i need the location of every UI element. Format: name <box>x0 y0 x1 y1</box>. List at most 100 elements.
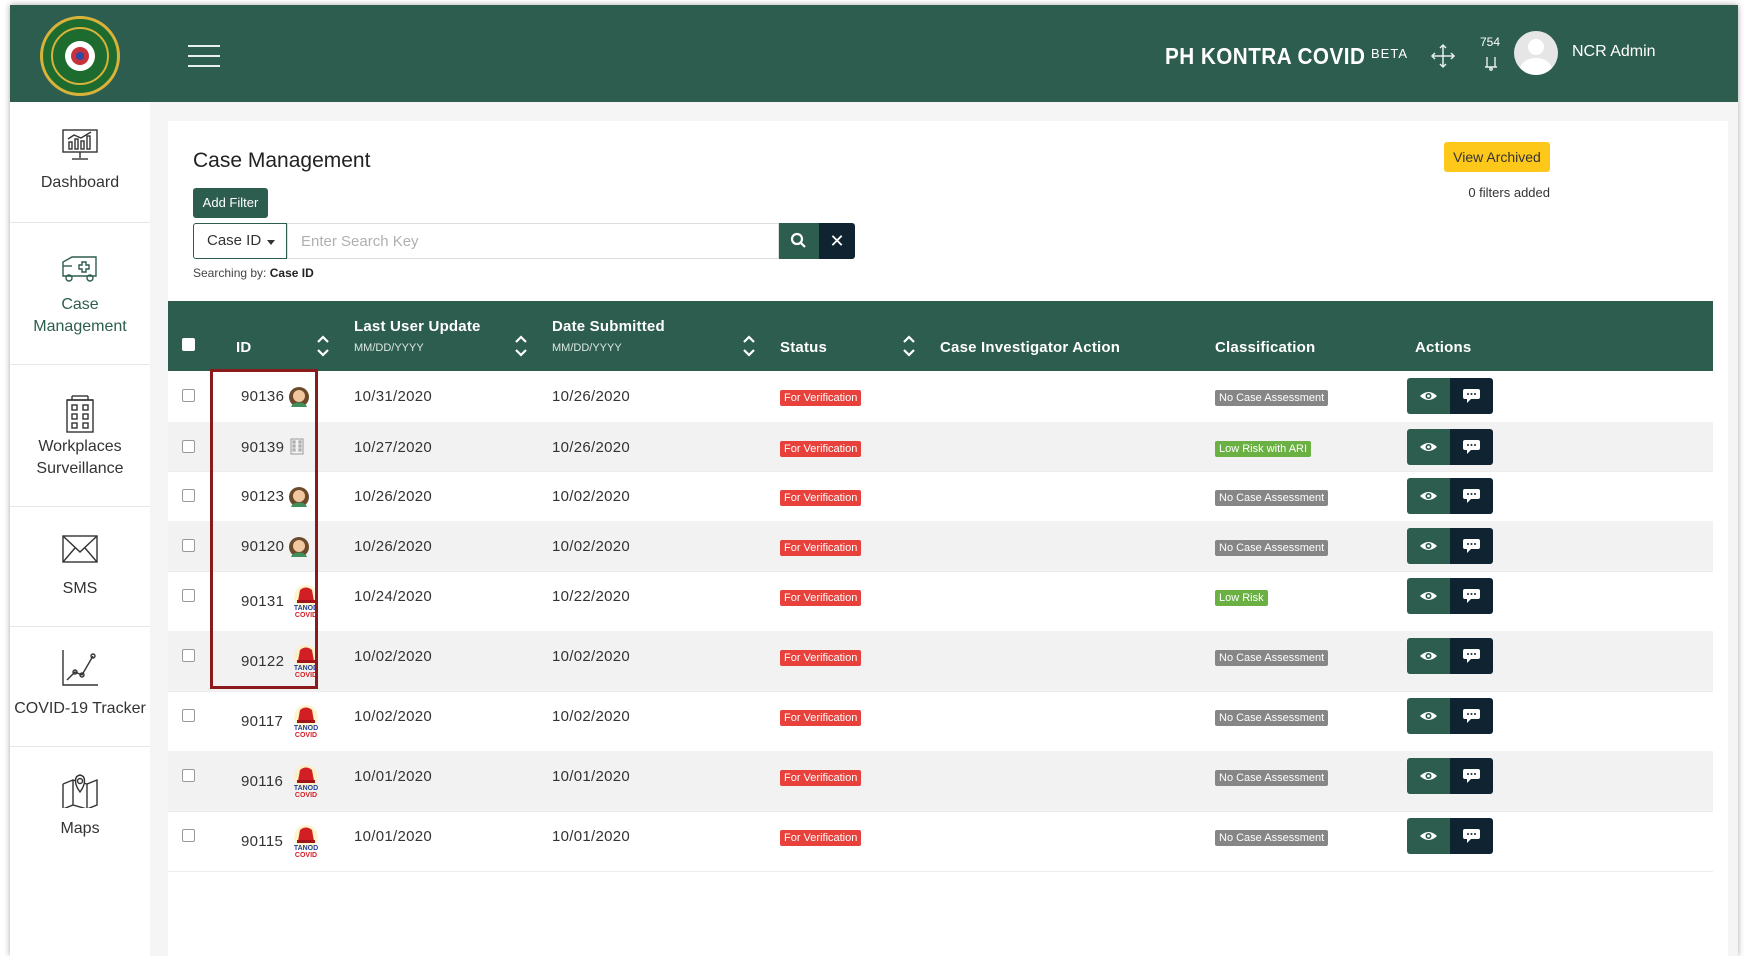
case-id[interactable]: 90139 <box>241 439 284 456</box>
date-submitted: 10/26/2020 <box>552 388 631 405</box>
sort-date-submitted-icon[interactable] <box>742 333 756 359</box>
sort-id-icon[interactable] <box>316 333 330 359</box>
move-arrows-icon[interactable] <box>1430 43 1456 69</box>
sidebar-item-maps[interactable]: Maps <box>10 746 150 866</box>
sidebar-item-label: SMS <box>62 580 98 597</box>
case-id[interactable]: 90116 <box>241 773 283 790</box>
dashboard-icon <box>62 129 98 160</box>
classification-badge: Low Risk with ARI <box>1215 441 1312 457</box>
search-button[interactable] <box>779 223 819 259</box>
add-filter-button[interactable]: Add Filter <box>193 188 268 218</box>
view-eye-icon[interactable] <box>1407 378 1450 414</box>
row-actions <box>1407 429 1493 465</box>
notification-count: 754 <box>1480 35 1501 49</box>
row-checkbox[interactable] <box>182 489 195 502</box>
date-submitted: 10/01/2020 <box>552 828 631 845</box>
sort-status-icon[interactable] <box>902 333 916 359</box>
line-chart-icon <box>62 650 98 686</box>
row-checkbox[interactable] <box>182 649 195 662</box>
row-actions <box>1407 818 1493 854</box>
comment-icon[interactable] <box>1450 528 1493 564</box>
row-actions <box>1407 478 1493 514</box>
table-header: ID Last User Update MM/DD/YYYY Date Subm… <box>168 301 1713 371</box>
comment-icon[interactable] <box>1450 698 1493 734</box>
row-checkbox[interactable] <box>182 539 195 552</box>
notifications-button[interactable]: 754 <box>1478 35 1518 77</box>
row-checkbox[interactable] <box>182 389 195 402</box>
comment-icon[interactable] <box>1450 478 1493 514</box>
case-id[interactable]: 90120 <box>241 538 284 555</box>
sidebar-item-dashboard[interactable]: Dashboard <box>10 102 150 223</box>
sidebar-item-label: Workplaces <box>38 438 122 455</box>
case-id[interactable]: 90122 <box>241 653 284 670</box>
table-row[interactable]: 90139 10/27/2020 10/26/2020 For Verificatio… <box>168 422 1713 472</box>
view-eye-icon[interactable] <box>1407 818 1450 854</box>
view-eye-icon[interactable] <box>1407 578 1450 614</box>
last-user-update: 10/31/2020 <box>354 388 433 405</box>
comment-icon[interactable] <box>1450 758 1493 794</box>
table-row[interactable]: 90136 10/31/2020 10/26/2020 For Verificatio… <box>168 371 1713 423</box>
case-id[interactable]: 90131 <box>241 593 284 610</box>
row-checkbox[interactable] <box>182 440 195 453</box>
person-avatar-icon <box>288 535 310 564</box>
case-id[interactable]: 90136 <box>241 388 284 405</box>
comment-icon[interactable] <box>1450 378 1493 414</box>
table-row[interactable]: 90122 TANOD COVID 10/02/2020 10/02/2020 For V… <box>168 631 1713 692</box>
row-checkbox[interactable] <box>182 709 195 722</box>
hamburger-menu-icon[interactable] <box>188 45 220 67</box>
comment-icon[interactable] <box>1450 578 1493 614</box>
view-eye-icon[interactable] <box>1407 698 1450 734</box>
view-eye-icon[interactable] <box>1407 429 1450 465</box>
comment-icon[interactable] <box>1450 638 1493 674</box>
search-field-select[interactable]: Case ID <box>193 223 287 259</box>
table-row[interactable]: 90115 TANOD COVID 10/01/2020 10/01/2020 For V… <box>168 811 1713 872</box>
table-row[interactable]: 90131 TANOD COVID 10/24/2020 10/22/2020 For V… <box>168 571 1713 632</box>
comment-icon[interactable] <box>1450 818 1493 854</box>
comment-icon[interactable] <box>1450 429 1493 465</box>
case-id[interactable]: 90123 <box>241 488 284 505</box>
case-id[interactable]: 90117 <box>241 713 283 730</box>
table-row[interactable]: 90117 TANOD COVID 10/02/2020 10/02/2020 For V… <box>168 691 1713 752</box>
brand-title: PH KONTRA COVID <box>1165 43 1366 69</box>
case-id[interactable]: 90115 <box>241 833 283 850</box>
map-pin-icon <box>62 774 98 808</box>
sidebar-item-label: Dashboard <box>40 174 120 191</box>
caret-down-icon <box>267 240 275 245</box>
status-badge: For Verification <box>780 490 862 506</box>
date-submitted: 10/01/2020 <box>552 768 631 785</box>
view-eye-icon[interactable] <box>1407 638 1450 674</box>
beta-label: BETA <box>1371 46 1408 61</box>
close-icon: ✕ <box>829 231 845 251</box>
header-id: ID <box>236 339 252 356</box>
view-eye-icon[interactable] <box>1407 758 1450 794</box>
top-bar: PH KONTRA COVID BETA 754 NCR Admin <box>10 5 1738 102</box>
select-all-checkbox[interactable] <box>182 338 195 351</box>
table-row[interactable]: 90123 10/26/2020 10/02/2020 For Verificatio… <box>168 471 1713 522</box>
sort-last-update-icon[interactable] <box>514 333 528 359</box>
date-submitted: 10/02/2020 <box>552 488 631 505</box>
row-actions <box>1407 378 1493 414</box>
view-eye-icon[interactable] <box>1407 528 1450 564</box>
header-status: Status <box>780 339 828 356</box>
search-field-value: Case ID <box>207 232 262 249</box>
row-checkbox[interactable] <box>182 589 195 602</box>
table-row[interactable]: 90120 10/26/2020 10/02/2020 For Verificatio… <box>168 521 1713 572</box>
search-input[interactable] <box>287 223 779 259</box>
svg-text:COVID: COVID <box>295 672 317 679</box>
sidebar-item-covid-19-tracker[interactable]: COVID-19 Tracker <box>10 626 150 747</box>
user-avatar[interactable] <box>1514 31 1558 75</box>
header-last-update-format: MM/DD/YYYY <box>354 342 424 354</box>
sidebar-item-case-management[interactable]: Case Management <box>10 222 150 365</box>
view-archived-button[interactable]: View Archived <box>1444 142 1550 172</box>
view-eye-icon[interactable] <box>1407 478 1450 514</box>
user-name[interactable]: NCR Admin <box>1572 43 1656 61</box>
row-checkbox[interactable] <box>182 769 195 782</box>
clear-search-button[interactable]: ✕ <box>819 223 855 259</box>
last-user-update: 10/26/2020 <box>354 488 433 505</box>
sidebar-item-workplaces-surveillance[interactable]: Workplaces Surveillance <box>10 364 150 507</box>
sidebar-item-sms[interactable]: SMS <box>10 506 150 627</box>
ambulance-icon <box>62 256 97 282</box>
row-checkbox[interactable] <box>182 829 195 842</box>
bell-icon <box>1485 57 1497 71</box>
table-row[interactable]: 90116 TANOD COVID 10/01/2020 10/01/2020 For V… <box>168 751 1713 812</box>
